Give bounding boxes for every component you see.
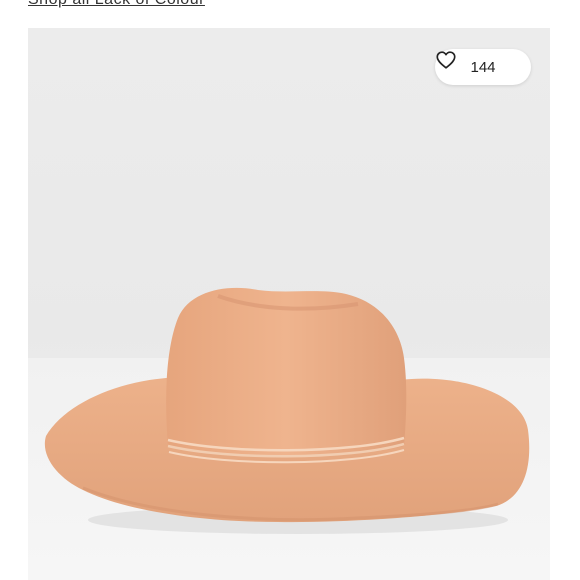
heart-icon — [436, 51, 456, 69]
like-count: 144 — [470, 58, 496, 76]
like-button[interactable]: 144 — [435, 49, 531, 85]
shop-all-link[interactable]: Shop all Lack of Colour — [28, 0, 205, 9]
hat-image — [44, 287, 530, 534]
product-photo[interactable]: 144 — [28, 28, 550, 580]
